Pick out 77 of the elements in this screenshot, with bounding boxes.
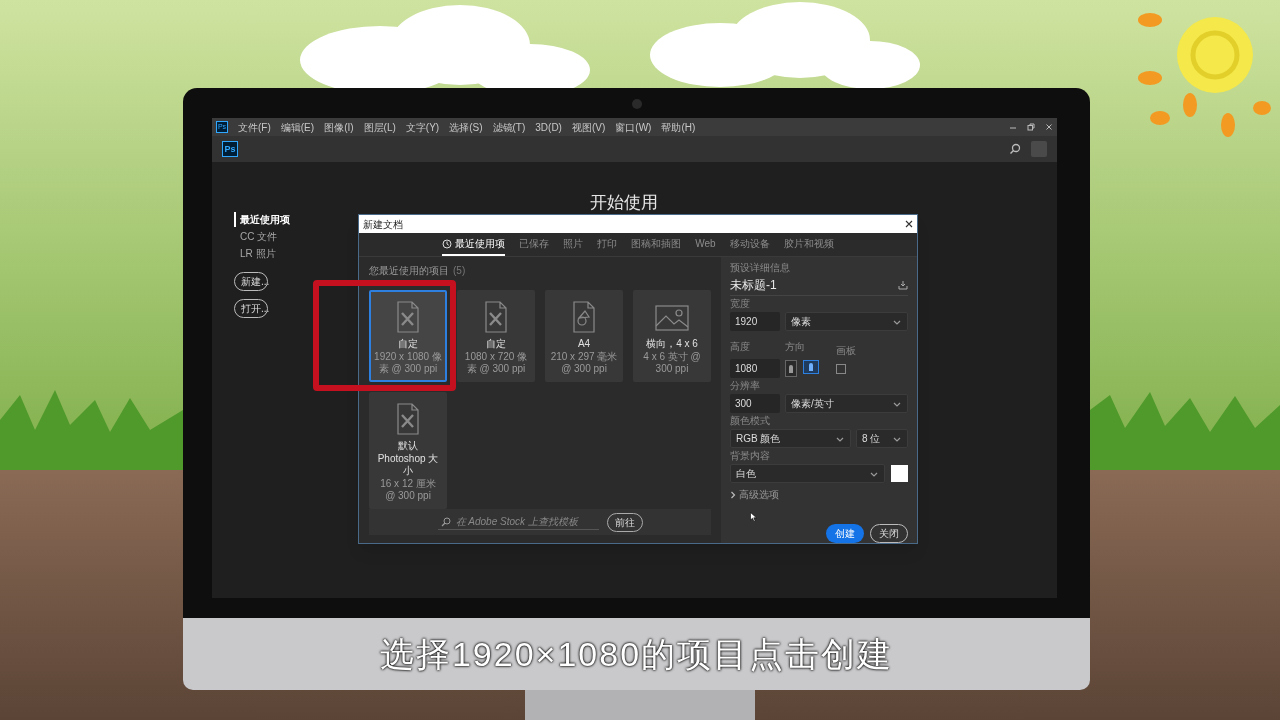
category-tab[interactable]: 最近使用项: [442, 233, 506, 256]
field-label: 背景内容: [730, 450, 771, 462]
app-logo: Ps: [222, 141, 238, 157]
menu-item[interactable]: 文件(F): [238, 119, 271, 135]
category-tab[interactable]: 移动设备: [729, 233, 770, 256]
sidebar-item[interactable]: LR 照片: [234, 246, 290, 261]
restore-icon[interactable]: [1027, 123, 1035, 131]
menu-item[interactable]: 图层(L): [363, 119, 396, 135]
preset-card[interactable]: 横向，4 x 6 4 x 6 英寸 @ 300 ppi: [633, 290, 711, 382]
dropdown[interactable]: RGB 颜色: [730, 429, 851, 448]
preset-name: 自定: [486, 338, 506, 351]
sidebar-item[interactable]: CC 文件: [234, 229, 290, 244]
category-tab[interactable]: 图稿和插图: [631, 233, 682, 256]
field-label: 宽度: [730, 298, 751, 310]
menu-item[interactable]: 选择(S): [449, 119, 483, 135]
item-count: (5): [453, 264, 466, 278]
clock-icon: [442, 238, 453, 249]
dropdown[interactable]: 像素/英寸: [785, 394, 908, 413]
color-swatch[interactable]: [891, 465, 908, 482]
dialog-title: 新建文档: [363, 217, 403, 232]
start-title: 开始使用: [590, 192, 658, 214]
menu-item[interactable]: 文字(Y): [405, 119, 440, 135]
chevron-right-icon: [730, 490, 736, 499]
preset-size: 210 x 297 毫米 @ 300 ppi: [550, 350, 618, 376]
landscape-orientation-button[interactable]: [803, 360, 819, 374]
save-preset-icon[interactable]: [898, 280, 908, 290]
preset-name: 默认 Photoshop 大小: [376, 440, 440, 478]
preset-card[interactable]: 默认 Photoshop 大小 16 x 12 厘米 @ 300 ppi: [369, 392, 447, 509]
field-label: 画板: [836, 345, 856, 357]
category-tab[interactable]: 已保存: [519, 233, 550, 256]
category-tab[interactable]: 打印: [597, 233, 618, 256]
preset-card[interactable]: 自定 1920 x 1080 像素 @ 300 ppi: [369, 290, 447, 382]
menu-item[interactable]: 帮助(H): [661, 119, 696, 135]
field-label: 高度: [730, 341, 750, 352]
field-label: 颜色模式: [730, 415, 771, 427]
close-icon[interactable]: [1045, 123, 1053, 131]
field-label: 分辨率: [730, 380, 761, 392]
menu-item[interactable]: 编辑(E): [280, 119, 315, 135]
artboard-checkbox[interactable]: [836, 363, 846, 374]
subtitle-caption: 选择1920×1080的项目点击创建: [379, 633, 894, 675]
menu-item[interactable]: 滤镜(T): [492, 119, 526, 135]
preset-card[interactable]: A4 210 x 297 毫米 @ 300 ppi: [545, 290, 623, 382]
menu-item[interactable]: 视图(V): [571, 119, 606, 135]
section-label: 您最近使用的项目: [369, 264, 449, 278]
preset-name: 横向，4 x 6: [646, 338, 698, 351]
sidebar-item[interactable]: 最近使用项: [234, 212, 290, 227]
preset-name: 自定: [398, 338, 418, 351]
input-field[interactable]: 1920: [730, 312, 780, 331]
preset-name: A4: [577, 338, 591, 351]
field-label: 方向: [785, 341, 805, 352]
field-label: 预设详细信息: [730, 262, 791, 274]
document-name-field[interactable]: 未标题-1: [730, 276, 777, 294]
menu-item[interactable]: 3D(D): [535, 119, 562, 135]
category-tab[interactable]: Web: [695, 233, 716, 256]
preset-card[interactable]: 自定 1080 x 720 像素 @ 300 ppi: [457, 290, 535, 382]
dropdown[interactable]: 8 位: [856, 429, 908, 448]
category-tab[interactable]: 照片: [563, 233, 584, 256]
search-icon[interactable]: [1009, 143, 1021, 155]
mouse-cursor-icon: [750, 512, 757, 522]
search-icon: [440, 516, 451, 527]
category-tab[interactable]: 胶片和视频: [783, 233, 834, 256]
input-field[interactable]: 300: [730, 394, 780, 413]
preset-size: 1080 x 720 像素 @ 300 ppi: [463, 350, 529, 376]
preset-size: 16 x 12 厘米 @ 300 ppi: [379, 477, 437, 503]
input-field[interactable]: 1080: [730, 359, 780, 378]
dropdown[interactable]: 白色: [730, 464, 885, 483]
preset-size: 4 x 6 英寸 @ 300 ppi: [642, 350, 702, 376]
menu-item[interactable]: 图像(I): [324, 119, 354, 135]
dropdown[interactable]: 像素: [785, 312, 908, 331]
advanced-options-toggle[interactable]: 高级选项: [730, 487, 908, 502]
menu-item[interactable]: 窗口(W): [615, 119, 652, 135]
preset-size: 1920 x 1080 像素 @ 300 ppi: [374, 350, 442, 376]
stock-search-field[interactable]: 在 Adobe Stock 上查找模板: [437, 514, 599, 530]
close-icon[interactable]: [905, 220, 913, 228]
create-button[interactable]: 创建: [826, 524, 864, 543]
webcam-icon: [632, 99, 642, 109]
portrait-orientation-button[interactable]: [785, 360, 797, 377]
